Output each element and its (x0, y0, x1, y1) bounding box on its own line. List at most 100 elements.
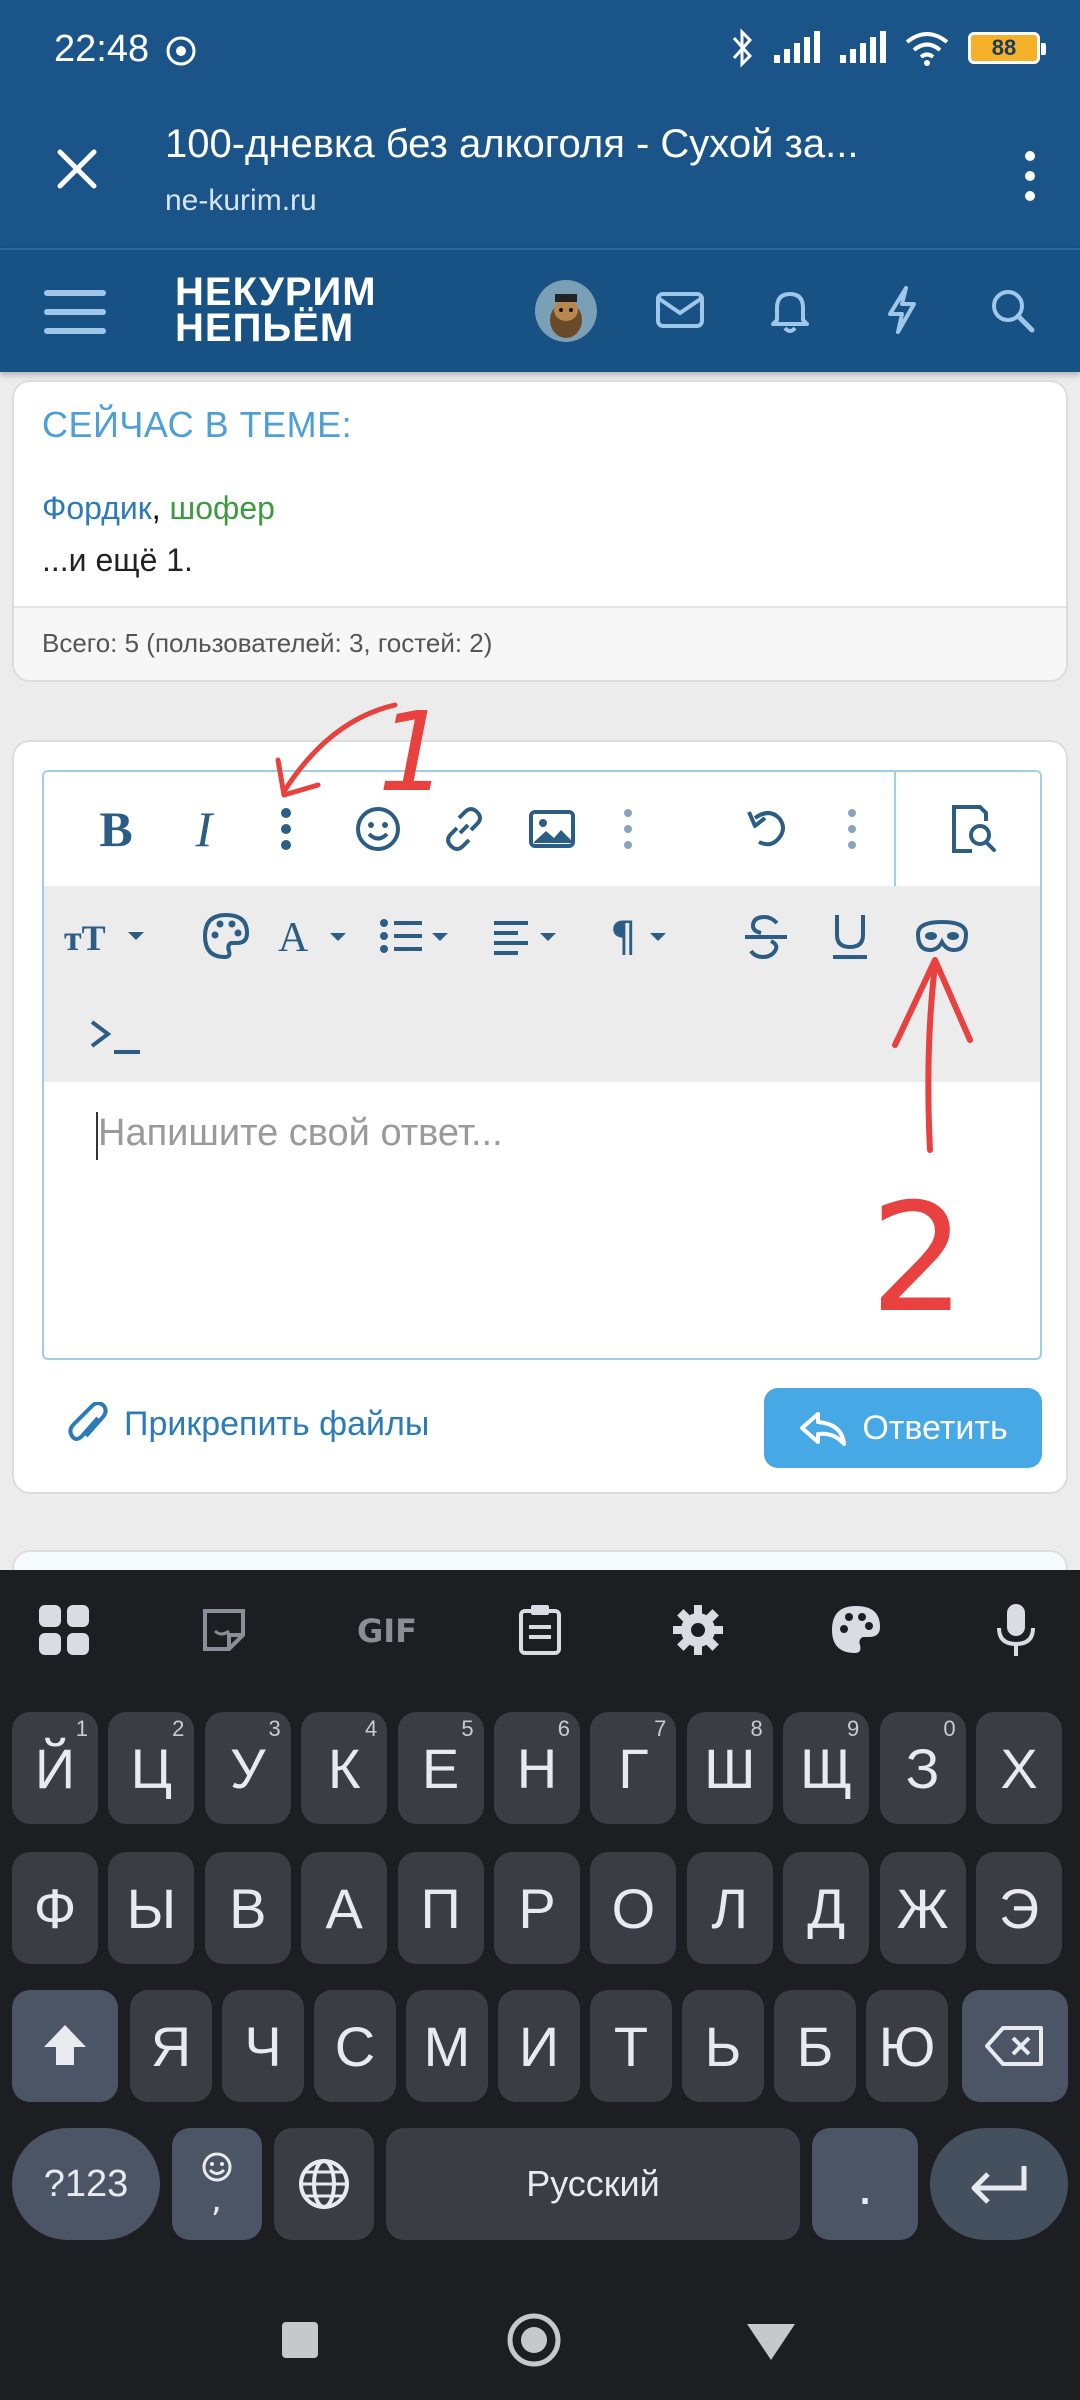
key[interactable]: Л (686, 1852, 773, 1964)
key-hint: 6 (557, 1716, 570, 1741)
emoji-button[interactable] (346, 797, 410, 861)
key[interactable]: У3 (204, 1712, 291, 1824)
key[interactable]: Р (494, 1852, 580, 1964)
svg-text:GIF: GIF (357, 1612, 417, 1650)
more-text-options-button[interactable] (254, 797, 318, 861)
key[interactable]: Т (590, 1990, 672, 2102)
hamburger-menu-icon[interactable] (44, 286, 106, 338)
key[interactable]: Й1 (12, 1712, 98, 1824)
close-icon[interactable] (52, 144, 102, 194)
key[interactable]: Щ9 (783, 1712, 870, 1824)
key[interactable]: И (498, 1990, 580, 2102)
italic-button[interactable]: I (172, 797, 236, 861)
period-key[interactable]: . (812, 2128, 918, 2240)
key[interactable]: Б (774, 1990, 856, 2102)
settings-gear-icon[interactable] (666, 1598, 730, 1662)
key[interactable]: А (301, 1852, 388, 1964)
space-key[interactable]: Русский (386, 2128, 800, 2240)
key[interactable]: Ц2 (108, 1712, 195, 1824)
key[interactable]: Ю (866, 1990, 948, 2102)
site-logo[interactable]: НЕКУРИМ НЕПЬЁМ (175, 272, 377, 348)
font-family-button[interactable]: A (272, 904, 362, 968)
more-history-options-button[interactable] (820, 797, 884, 861)
enter-icon (971, 2166, 1027, 2204)
align-button[interactable] (490, 904, 580, 968)
back-triangle-icon[interactable] (745, 2322, 797, 2362)
image-button[interactable] (520, 797, 584, 861)
home-circle-icon[interactable] (506, 2312, 562, 2368)
key[interactable]: Ш8 (686, 1712, 773, 1824)
key[interactable]: Э (976, 1852, 1062, 1964)
key[interactable]: Ф (12, 1852, 98, 1964)
bell-icon[interactable] (760, 280, 820, 340)
reply-button[interactable]: Ответить (764, 1388, 1042, 1468)
key-label: Е (421, 1736, 460, 1800)
microphone-icon[interactable] (984, 1598, 1048, 1662)
key[interactable]: О (590, 1852, 677, 1964)
key[interactable]: К4 (301, 1712, 388, 1824)
backspace-key[interactable] (962, 1990, 1068, 2102)
key[interactable]: Ч (222, 1990, 304, 2102)
emoji-comma-key[interactable]: , (172, 2128, 262, 2240)
terminal-icon (90, 1020, 140, 1054)
spoiler-button[interactable] (910, 904, 974, 968)
user-link-fordik[interactable]: Фордик (42, 490, 152, 526)
rich-text-editor: B I тT A ¶ Напишите свой ответ... (42, 770, 1042, 1360)
gif-icon[interactable]: GIF (348, 1598, 428, 1662)
key[interactable]: З0 (879, 1712, 966, 1824)
apps-grid-icon[interactable] (32, 1598, 96, 1662)
key[interactable]: С (314, 1990, 396, 2102)
strikethrough-button[interactable] (734, 904, 798, 968)
text-color-button[interactable] (194, 904, 258, 968)
key[interactable]: В (204, 1852, 291, 1964)
reply-label: Ответить (862, 1408, 1008, 1447)
recents-square-icon[interactable] (280, 2320, 320, 2360)
total-viewers: Всего: 5 (пользователей: 3, гостей: 2) (14, 606, 1066, 680)
palette-icon[interactable] (824, 1598, 888, 1662)
code-button[interactable] (84, 1004, 148, 1068)
preview-button[interactable] (894, 772, 1040, 886)
mail-icon[interactable] (650, 280, 710, 340)
symbols-key[interactable]: ?123 (12, 2128, 160, 2240)
search-icon[interactable] (982, 280, 1042, 340)
lightning-icon[interactable] (872, 280, 932, 340)
undo-button[interactable] (734, 797, 798, 861)
key[interactable]: Е5 (397, 1712, 484, 1824)
more-insert-options-button[interactable] (596, 797, 660, 861)
link-icon (446, 807, 482, 851)
editor-toolbar-main: B I (44, 772, 1040, 886)
key[interactable]: Х (976, 1712, 1062, 1824)
font-size-button[interactable]: тT (62, 904, 152, 968)
key[interactable]: Ж (879, 1852, 966, 1964)
key[interactable]: Д (783, 1852, 870, 1964)
list-button[interactable] (376, 904, 466, 968)
key[interactable]: М (406, 1990, 488, 2102)
key[interactable]: П (397, 1852, 484, 1964)
user-link-shofer[interactable]: шофер (170, 490, 275, 526)
enter-key[interactable] (930, 2128, 1068, 2240)
key-label: Х (1000, 1736, 1038, 1800)
key[interactable]: Я (130, 1990, 212, 2102)
attach-files-button[interactable]: Прикрепить файлы (68, 1402, 429, 1446)
clipboard-icon[interactable] (508, 1598, 572, 1662)
shift-key[interactable] (12, 1990, 118, 2102)
key-hint: 4 (364, 1716, 378, 1741)
underline-button[interactable] (818, 904, 882, 968)
bold-button[interactable]: B (84, 797, 148, 861)
key[interactable]: Н6 (494, 1712, 580, 1824)
editor-toolbar-extended: тT A ¶ (44, 886, 1040, 1082)
key[interactable]: Г7 (590, 1712, 677, 1824)
key[interactable]: Ь (682, 1990, 764, 2102)
strikethrough-icon (745, 914, 787, 960)
key[interactable]: Ы (108, 1852, 195, 1964)
language-key[interactable] (274, 2128, 374, 2240)
paperclip-icon (68, 1402, 108, 1441)
reply-input[interactable]: Напишите свой ответ... (98, 1112, 503, 1155)
paragraph-button[interactable]: ¶ (606, 904, 696, 968)
key-label: Й (34, 1736, 76, 1800)
backspace-icon (985, 2026, 1043, 2066)
link-button[interactable] (432, 797, 496, 861)
sticker-icon[interactable] (192, 1598, 256, 1662)
avatar[interactable] (535, 280, 597, 342)
more-vert-icon[interactable] (1020, 146, 1040, 206)
